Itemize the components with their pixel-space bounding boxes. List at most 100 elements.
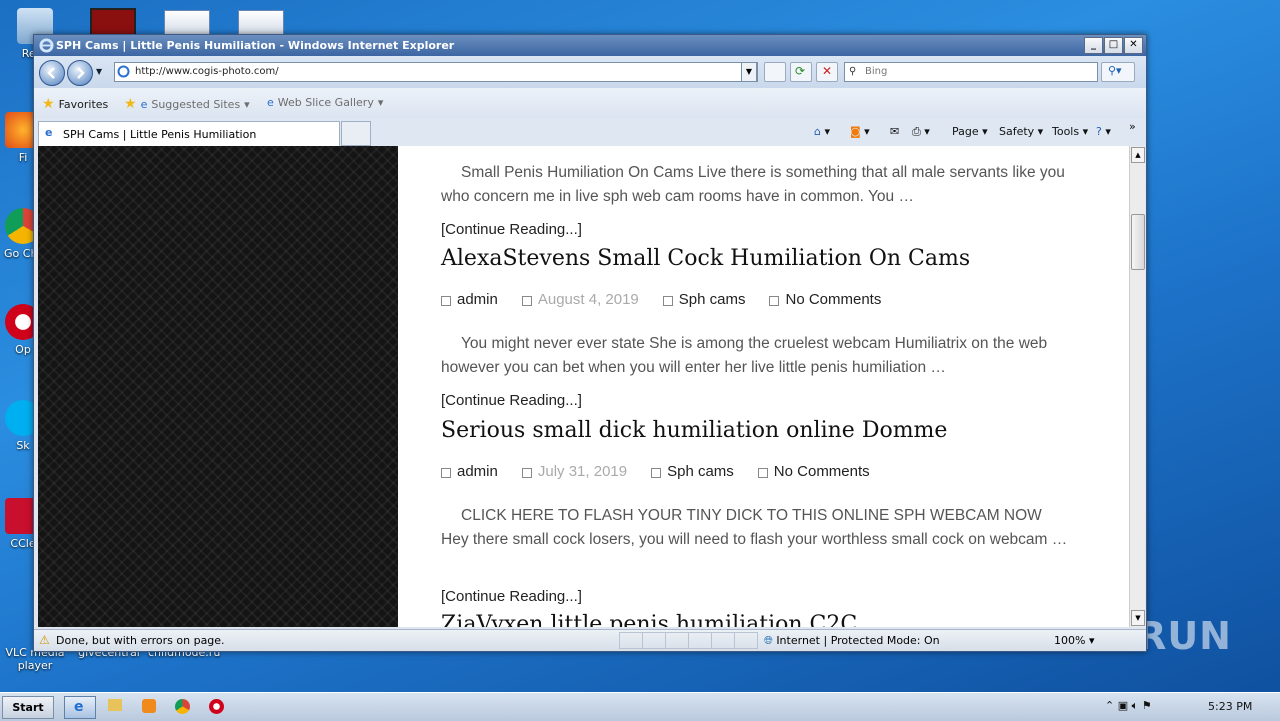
refresh-icon: ⟳ <box>795 64 806 78</box>
user-icon <box>441 295 451 306</box>
warning-icon[interactable]: ⚠ <box>39 633 50 647</box>
intro-excerpt: Small Penis Humiliation On Cams Live the… <box>441 164 1065 205</box>
web-slice-gallery-link[interactable]: e Web Slice Gallery ▾ <box>267 96 383 109</box>
continue-reading-link[interactable]: [Continue Reading...] <box>441 588 582 605</box>
post-excerpt: You might never ever state She is among … <box>441 335 1048 376</box>
search-input[interactable]: ⚲ Bing <box>844 62 1098 82</box>
globe-icon: 🌐︎ <box>764 634 773 647</box>
taskbar: Start e ⌃ ▣ 🔈︎ ⚑ 5:23 PM <box>0 692 1280 721</box>
status-cell <box>619 632 643 649</box>
compatibility-view-button[interactable] <box>764 62 786 82</box>
favorites-button[interactable]: ★ Favorites <box>42 96 108 112</box>
back-button[interactable] <box>39 60 65 86</box>
scroll-thumb[interactable] <box>1131 214 1145 270</box>
clock[interactable]: 5:23 PM <box>1208 700 1252 713</box>
status-text: Done, but with errors on page. <box>56 634 225 647</box>
comment-icon <box>757 467 768 478</box>
tools-menu[interactable]: Tools ▾ <box>1052 125 1088 138</box>
help-icon: ? <box>1096 125 1102 138</box>
minimize-button[interactable]: _ <box>1084 37 1103 54</box>
mail-icon: ✉ <box>890 125 900 138</box>
scroll-up-button[interactable]: ▲ <box>1131 147 1145 163</box>
chrome-icon <box>175 699 190 714</box>
mail-button[interactable]: ✉ <box>890 125 899 138</box>
search-button[interactable]: ⚲▾ <box>1101 62 1135 82</box>
taskbar-opera[interactable] <box>202 696 232 717</box>
ie-logo-icon <box>39 38 54 53</box>
chevron-down-icon: ▾ <box>244 97 250 111</box>
safety-menu[interactable]: Safety ▾ <box>999 125 1043 138</box>
scroll-down-button[interactable]: ▼ <box>1131 610 1145 626</box>
ie-page-icon: e <box>45 126 53 139</box>
folder-icon <box>108 699 122 711</box>
post-meta: admin July 31, 2019 Sph cams No Comments <box>441 463 894 480</box>
suggested-sites-link[interactable]: ★ e Suggested Sites ▾ <box>124 96 250 112</box>
tab-active[interactable]: e SPH Cams | Little Penis Humiliation <box>38 121 340 146</box>
window-title: SPH Cams | Little Penis Humiliation - Wi… <box>56 39 455 52</box>
security-zone[interactable]: 🌐︎ Internet | Protected Mode: On <box>764 634 940 648</box>
rss-icon: ◙ <box>850 125 861 138</box>
page-content: Small Penis Humiliation On Cams Live the… <box>38 146 1129 627</box>
zoom-level[interactable]: 100% ▾ <box>1054 634 1094 647</box>
address-input[interactable]: http://www.cogis-photo.com/ <box>114 62 758 82</box>
post-meta: admin August 4, 2019 Sph cams No Comment… <box>441 291 905 308</box>
ie-window: SPH Cams | Little Penis Humiliation - Wi… <box>33 34 1147 652</box>
opera-icon <box>209 699 224 714</box>
print-button[interactable]: ⎙ ▾ <box>912 125 930 139</box>
continue-reading-link[interactable]: [Continue Reading...] <box>441 221 582 238</box>
post-category[interactable]: Sph cams <box>667 463 734 480</box>
post-category[interactable]: Sph cams <box>679 291 746 308</box>
post-date[interactable]: August 4, 2019 <box>538 291 639 308</box>
taskbar-ie[interactable]: e <box>64 696 96 719</box>
forward-button[interactable] <box>67 60 93 86</box>
home-button[interactable]: ⌂ ▾ <box>814 125 830 138</box>
taskbar-chrome[interactable] <box>168 696 198 717</box>
forward-arrow-icon <box>77 67 85 79</box>
address-dropdown[interactable]: ▼ <box>741 62 757 82</box>
post-comments[interactable]: No Comments <box>785 291 881 308</box>
post-comments[interactable]: No Comments <box>774 463 870 480</box>
status-bar: ⚠ Done, but with errors on page. 🌐︎ Inte… <box>34 629 1146 651</box>
refresh-button[interactable]: ⟳ <box>790 62 812 82</box>
new-tab-button[interactable] <box>341 121 371 146</box>
start-button[interactable]: Start <box>2 696 54 719</box>
status-cell <box>688 632 712 649</box>
feeds-button[interactable]: ◙ ▾ <box>850 125 870 138</box>
favorites-bar: ★ Favorites ★ e Suggested Sites ▾ e Web S… <box>34 88 1146 119</box>
post-date[interactable]: July 31, 2019 <box>538 463 627 480</box>
address-bar: ▼ http://www.cogis-photo.com/ ▼ ⟳ ✕ ⚲ Bi… <box>34 56 1146 88</box>
title-bar: SPH Cams | Little Penis Humiliation - Wi… <box>34 35 1146 56</box>
close-button[interactable]: ✕ <box>1124 37 1143 54</box>
back-arrow-icon <box>47 67 55 79</box>
user-icon <box>441 467 451 478</box>
media-icon <box>142 699 156 713</box>
folder-icon <box>662 295 673 306</box>
post-title[interactable]: ZiaVyxen little penis humiliation C2C <box>441 612 857 627</box>
post-author[interactable]: admin <box>457 291 498 308</box>
post-author[interactable]: admin <box>457 463 498 480</box>
maximize-button[interactable]: □ <box>1104 37 1123 54</box>
add-favorite-icon: ★ <box>124 96 137 112</box>
help-button[interactable]: ? ▾ <box>1096 125 1111 138</box>
status-cell <box>734 632 758 649</box>
ie-icon: e <box>74 699 84 715</box>
ie-page-icon: e <box>140 97 148 111</box>
more-chevron-icon[interactable]: » <box>1129 120 1136 133</box>
vertical-scrollbar[interactable]: ▲ ▼ <box>1129 146 1145 627</box>
ie-page-icon: e <box>267 96 274 109</box>
folder-icon <box>651 467 662 478</box>
recent-pages-dropdown[interactable]: ▼ <box>96 67 102 76</box>
calendar-icon <box>521 467 532 478</box>
magnifier-icon: ⚲▾ <box>1108 64 1122 77</box>
sidebar-background <box>38 146 398 627</box>
taskbar-explorer[interactable] <box>100 696 130 717</box>
continue-reading-link[interactable]: [Continue Reading...] <box>441 392 582 409</box>
taskbar-media-player[interactable] <box>134 696 164 717</box>
chevron-down-icon: ▾ <box>377 96 384 109</box>
post-title[interactable]: Serious small dick humiliation online Do… <box>441 418 947 443</box>
home-icon: ⌂ <box>814 125 821 138</box>
system-tray[interactable]: ⌃ ▣ 🔈︎ ⚑ <box>1105 699 1152 713</box>
stop-button[interactable]: ✕ <box>816 62 838 82</box>
page-menu[interactable]: Page ▾ <box>952 125 988 138</box>
post-title[interactable]: AlexaStevens Small Cock Humiliation On C… <box>441 246 970 271</box>
